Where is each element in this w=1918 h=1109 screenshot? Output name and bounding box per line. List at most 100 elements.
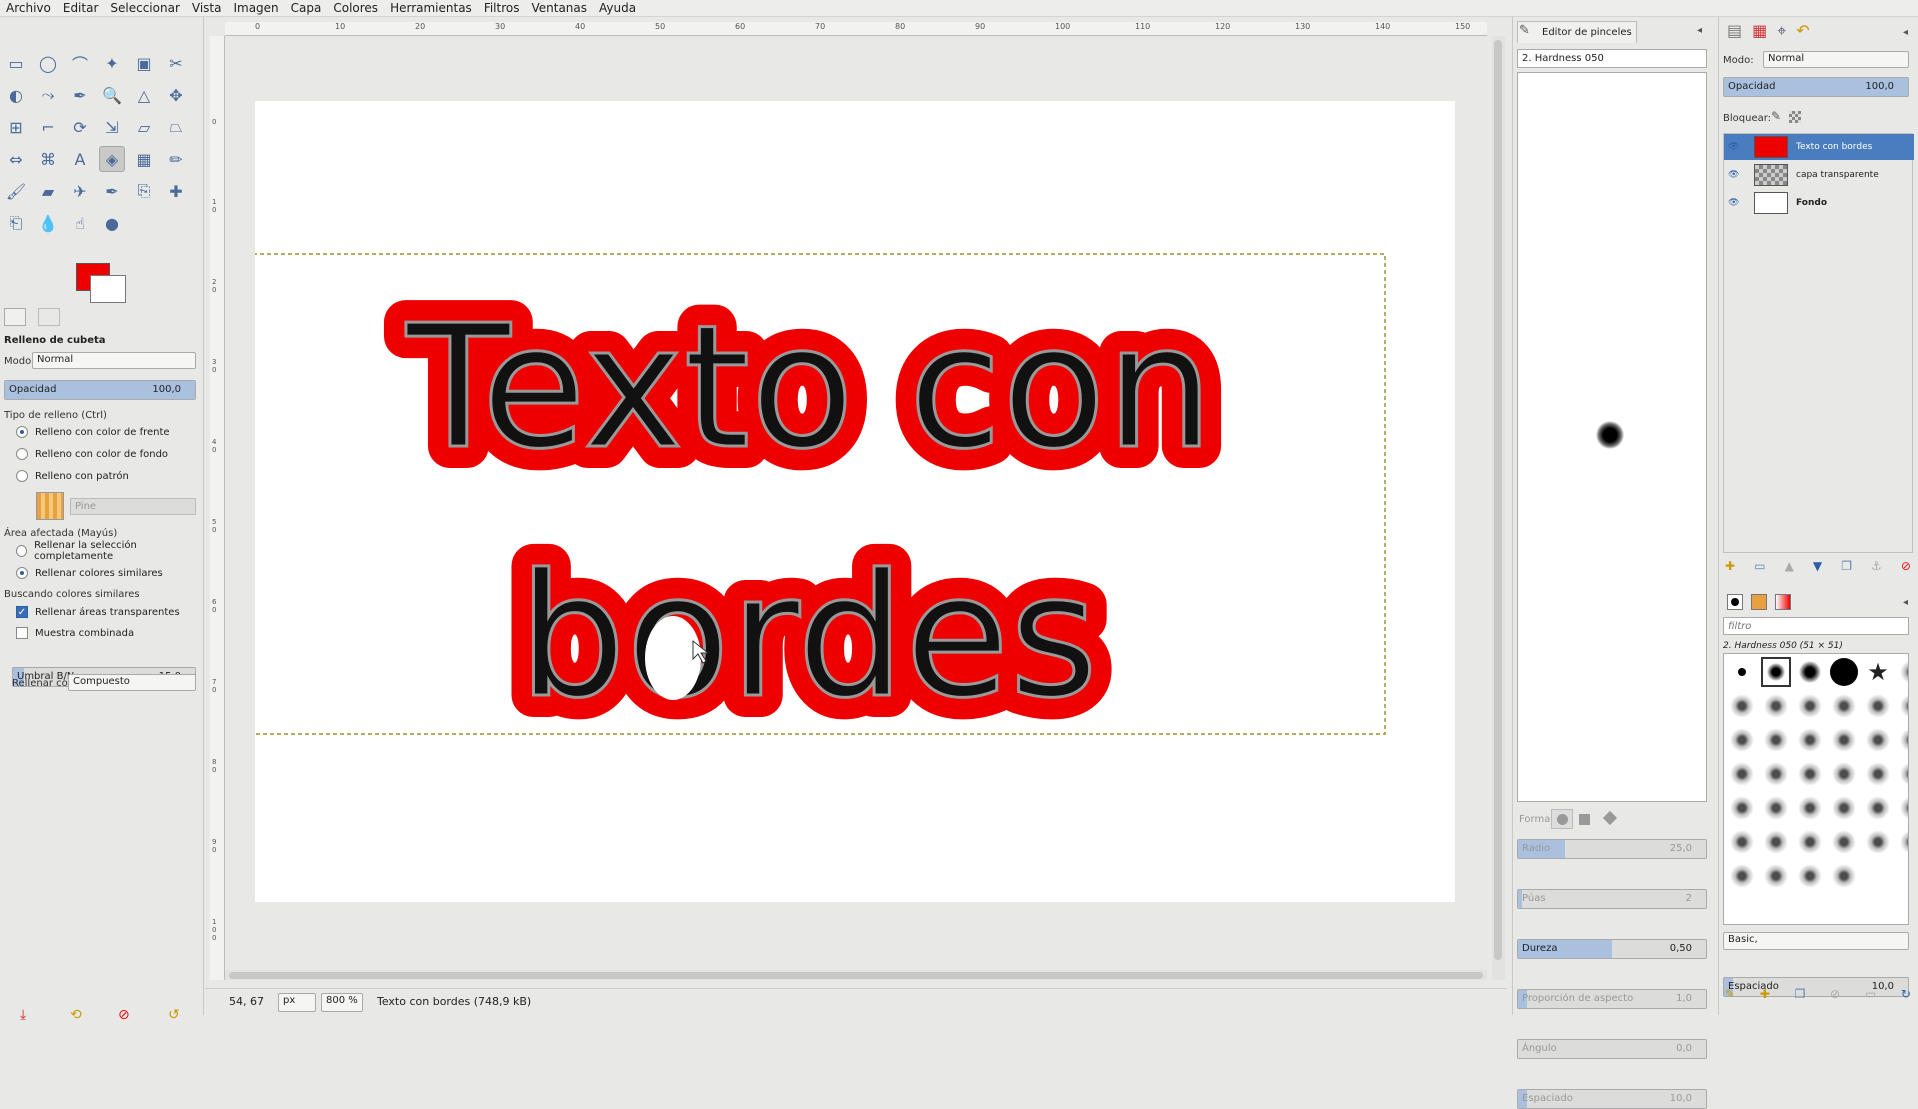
perspective-tool-icon[interactable]: ⏢	[163, 114, 189, 140]
image-canvas[interactable]: Texto con Texto con bordes bordes	[255, 101, 1455, 902]
brush-preset[interactable]: ★	[1863, 657, 1893, 687]
brush-preset[interactable]	[1761, 793, 1791, 823]
fill-bg-radio[interactable]: Relleno con color de fondo	[16, 445, 168, 463]
text-tool-icon[interactable]: A	[67, 146, 93, 172]
color-picker-tool-icon[interactable]: ✒	[67, 82, 93, 108]
brush-preset[interactable]	[1727, 691, 1757, 721]
brush-preset[interactable]	[1897, 759, 1908, 789]
brush-tag-select[interactable]: Basic,	[1723, 932, 1909, 950]
free-select-tool-icon[interactable]: ⌒	[67, 50, 93, 76]
layer-row[interactable]: 👁 Fondo	[1724, 190, 1914, 216]
brush-preset[interactable]	[1727, 827, 1757, 857]
brush-preset[interactable]	[1897, 793, 1908, 823]
zoom-select[interactable]: 800 %	[321, 993, 363, 1012]
tab-brushes[interactable]	[1727, 594, 1743, 610]
brush-preset[interactable]	[1897, 827, 1908, 857]
brush-preset[interactable]	[1897, 657, 1908, 687]
layer-mode-select[interactable]: Normal	[1763, 51, 1909, 68]
pattern-name-field[interactable]: Pine	[70, 498, 196, 515]
brush-preset[interactable]	[1829, 657, 1859, 687]
layer-name[interactable]: capa transparente	[1796, 170, 1879, 180]
smudge-tool-icon[interactable]: ☝	[67, 210, 93, 236]
scale-tool-icon[interactable]: ⇲	[99, 114, 125, 140]
brush-name-field[interactable]: 2. Hardness 050	[1517, 49, 1707, 68]
new-group-icon[interactable]: ▭	[1754, 559, 1765, 579]
affect-selection-radio[interactable]: Rellenar la selección completamente	[16, 540, 203, 562]
airbrush-tool-icon[interactable]: ✈	[67, 178, 93, 204]
menu-filtros[interactable]: Filtros	[478, 0, 526, 16]
menu-imagen[interactable]: Imagen	[227, 0, 284, 16]
anchor-layer-icon[interactable]: ⚓	[1871, 559, 1882, 579]
tab-patterns[interactable]	[1751, 594, 1767, 610]
shape-diamond-button[interactable]	[1602, 810, 1618, 826]
brush-param-proporción-de-aspecto[interactable]: Proporción de aspecto 1,0	[1517, 989, 1707, 1009]
lock-alpha-icon[interactable]	[1789, 111, 1801, 123]
edit-brush-icon[interactable]: ✎	[1725, 987, 1735, 1007]
brush-preset[interactable]	[1727, 657, 1757, 687]
rect-select-tool-icon[interactable]: ▭	[3, 50, 29, 76]
visibility-eye-icon[interactable]: 👁	[1728, 198, 1739, 208]
fill-transparent-checkbox[interactable]: ✓ Rellenar áreas transparentes	[16, 603, 180, 621]
affect-similar-radio[interactable]: Rellenar colores similares	[16, 564, 163, 582]
brush-preset[interactable]	[1863, 691, 1893, 721]
brush-preset[interactable]	[1761, 691, 1791, 721]
brush-preset[interactable]	[1727, 725, 1757, 755]
delete-options-icon[interactable]: ⊘	[118, 1007, 130, 1023]
layer-name[interactable]: Fondo	[1796, 198, 1827, 208]
tab-gradients[interactable]	[1775, 594, 1791, 610]
perspective-clone-tool-icon[interactable]: ⎗	[3, 210, 29, 236]
shape-square-button[interactable]	[1579, 814, 1590, 825]
lower-layer-icon[interactable]: ▼	[1813, 559, 1822, 579]
brush-preset[interactable]	[1795, 793, 1825, 823]
eraser-tool-icon[interactable]: ▰	[35, 178, 61, 204]
brush-preset[interactable]	[1727, 759, 1757, 789]
background-color-swatch[interactable]	[90, 275, 126, 303]
mode-select[interactable]: Normal	[32, 352, 196, 369]
tab-undo-history[interactable]: ↶	[1796, 21, 1809, 47]
save-options-icon[interactable]: ⤓	[20, 1007, 26, 1023]
tool-options-tab[interactable]	[4, 308, 26, 326]
sample-merged-checkbox[interactable]: Muestra combinada	[16, 624, 134, 642]
brush-preset[interactable]	[1795, 827, 1825, 857]
shape-circle-button[interactable]	[1551, 809, 1573, 829]
brush-preset[interactable]	[1795, 657, 1825, 687]
brush-param-espaciado[interactable]: Espaciado 10,0	[1517, 1089, 1707, 1109]
pattern-preview[interactable]	[36, 492, 64, 520]
pencil-tool-icon[interactable]: ✏	[163, 146, 189, 172]
dodge-burn-tool-icon[interactable]: ●	[99, 210, 125, 236]
brush-preset[interactable]	[1829, 691, 1859, 721]
brush-preset[interactable]	[1761, 725, 1791, 755]
menu-archivo[interactable]: Archivo	[0, 0, 57, 16]
brush-preset[interactable]	[1795, 759, 1825, 789]
menu-ventanas[interactable]: Ventanas	[525, 0, 593, 16]
brush-grid[interactable]: ★	[1723, 653, 1909, 925]
brush-preset[interactable]	[1829, 827, 1859, 857]
lock-pixels-icon[interactable]: ✎	[1771, 109, 1781, 123]
crop-tool-icon[interactable]: ⌐	[35, 114, 61, 140]
fill-pattern-radio[interactable]: Relleno con patrón	[16, 467, 129, 485]
ellipse-select-tool-icon[interactable]: ◯	[35, 50, 61, 76]
duplicate-brush-icon[interactable]: ❐	[1795, 987, 1806, 1007]
menu-colores[interactable]: Colores	[327, 0, 384, 16]
duplicate-layer-icon[interactable]: ❐	[1841, 559, 1852, 579]
brush-preset[interactable]	[1829, 725, 1859, 755]
menu-editar[interactable]: Editar	[57, 0, 105, 16]
raise-layer-icon[interactable]: ▲	[1785, 559, 1794, 579]
brush-filter-input[interactable]	[1723, 617, 1909, 635]
reset-options-icon[interactable]: ↺	[168, 1007, 180, 1023]
tab-brush-editor[interactable]: Editor de pinceles	[1517, 21, 1637, 43]
visibility-eye-icon[interactable]: 👁	[1728, 142, 1739, 152]
measure-tool-icon[interactable]: △	[131, 82, 157, 108]
brush-preset[interactable]	[1829, 861, 1859, 891]
brush-preset[interactable]	[1863, 725, 1893, 755]
brush-preset[interactable]	[1863, 759, 1893, 789]
menu-ayuda[interactable]: Ayuda	[593, 0, 642, 16]
brush-preset[interactable]	[1795, 861, 1825, 891]
open-brush-folder-icon[interactable]: ▭	[1865, 987, 1876, 1007]
unit-select[interactable]: px	[278, 993, 316, 1012]
paintbrush-tool-icon[interactable]: 🖌	[3, 178, 29, 204]
heal-tool-icon[interactable]: ✚	[163, 178, 189, 204]
brush-preset[interactable]	[1863, 827, 1893, 857]
brush-preset[interactable]	[1829, 793, 1859, 823]
vertical-scrollbar[interactable]	[1492, 36, 1505, 980]
